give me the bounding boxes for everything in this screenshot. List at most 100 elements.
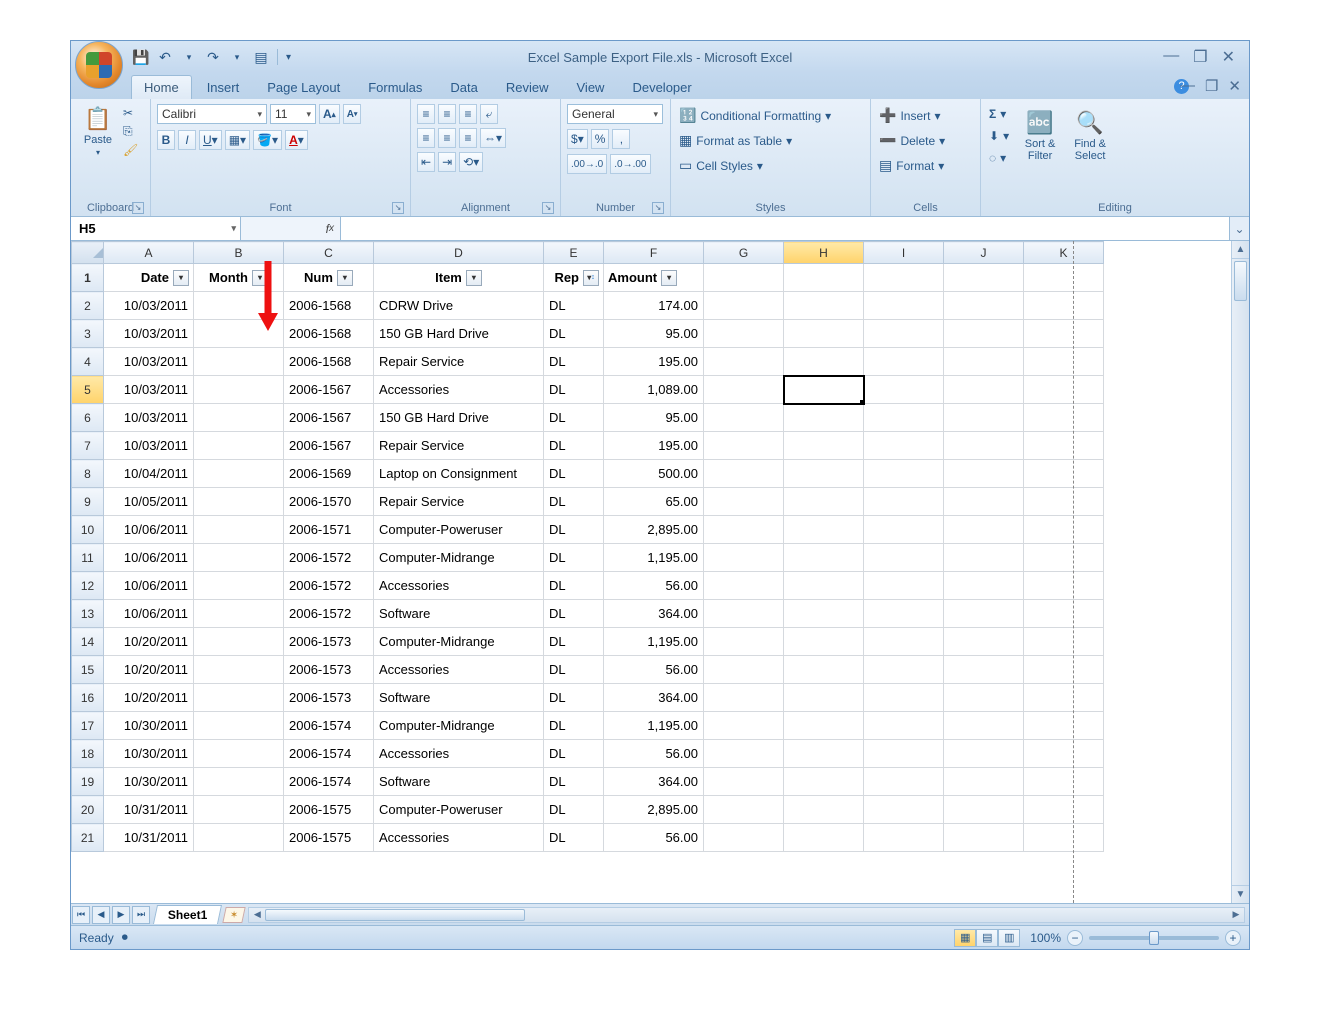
cell-B12[interactable]	[194, 572, 284, 600]
cell-C3[interactable]: 2006-1568	[284, 320, 374, 348]
cell-C19[interactable]: 2006-1574	[284, 768, 374, 796]
cell-J17[interactable]	[944, 712, 1024, 740]
cell-H2[interactable]	[784, 292, 864, 320]
filter-button-num[interactable]: ▾	[337, 270, 353, 286]
cell-D4[interactable]: Repair Service	[374, 348, 544, 376]
copy-icon[interactable]: ⎘	[123, 124, 138, 139]
cell-C11[interactable]: 2006-1572	[284, 544, 374, 572]
cell-G14[interactable]	[704, 628, 784, 656]
cell-styles-button[interactable]: ▭Cell Styles ▾	[677, 156, 765, 175]
cell-H4[interactable]	[784, 348, 864, 376]
cell-A21[interactable]: 10/31/2011	[104, 824, 194, 852]
cell-A15[interactable]: 10/20/2011	[104, 656, 194, 684]
cell-A20[interactable]: 10/31/2011	[104, 796, 194, 824]
cell-J6[interactable]	[944, 404, 1024, 432]
row-header-18[interactable]: 18	[72, 740, 104, 768]
cell-H19[interactable]	[784, 768, 864, 796]
view-page-break-icon[interactable]: ▥	[998, 929, 1020, 947]
cell-F5[interactable]: 1,089.00	[604, 376, 704, 404]
cell-D20[interactable]: Computer-Poweruser	[374, 796, 544, 824]
col-header-I[interactable]: I	[864, 242, 944, 264]
cell-D10[interactable]: Computer-Poweruser	[374, 516, 544, 544]
sheet-nav-prev-icon[interactable]: ◀	[92, 906, 110, 924]
cell-F18[interactable]: 56.00	[604, 740, 704, 768]
cell-D17[interactable]: Computer-Midrange	[374, 712, 544, 740]
cell-J21[interactable]	[944, 824, 1024, 852]
cell-J10[interactable]	[944, 516, 1024, 544]
cell-J4[interactable]	[944, 348, 1024, 376]
cell-J18[interactable]	[944, 740, 1024, 768]
cell-F2[interactable]: 174.00	[604, 292, 704, 320]
cell-D18[interactable]: Accessories	[374, 740, 544, 768]
cell-C16[interactable]: 2006-1573	[284, 684, 374, 712]
tab-formulas[interactable]: Formulas	[355, 75, 435, 99]
mdi-minimize-icon[interactable]: —	[1180, 77, 1195, 95]
cell-J8[interactable]	[944, 460, 1024, 488]
name-box[interactable]: H5▾	[71, 217, 241, 240]
align-middle-icon[interactable]: ≡	[438, 104, 456, 124]
zoom-knob[interactable]	[1149, 931, 1159, 945]
font-dialog-icon[interactable]: ↘	[392, 202, 404, 214]
cell-A11[interactable]: 10/06/2011	[104, 544, 194, 572]
formula-input[interactable]	[341, 217, 1229, 240]
cell-F3[interactable]: 95.00	[604, 320, 704, 348]
restore-icon[interactable]: ❐	[1193, 47, 1207, 67]
cell-G16[interactable]	[704, 684, 784, 712]
col-header-E[interactable]: E	[544, 242, 604, 264]
tab-view[interactable]: View	[564, 75, 618, 99]
cell-I20[interactable]	[864, 796, 944, 824]
row-header-3[interactable]: 3	[72, 320, 104, 348]
clear-button[interactable]: ◌ ▾	[987, 150, 1011, 166]
cell-K2[interactable]	[1024, 292, 1104, 320]
redo-icon[interactable]: ↷	[205, 49, 221, 65]
worksheet-grid[interactable]: ABCDEFGHIJK1Date▾Month▾Num▾Item▾Rep▾↕Amo…	[71, 241, 1249, 903]
cell-C14[interactable]: 2006-1573	[284, 628, 374, 656]
zoom-slider[interactable]	[1089, 936, 1219, 940]
zoom-level[interactable]: 100%	[1030, 931, 1061, 945]
format-as-table-button[interactable]: ▦Format as Table ▾	[677, 131, 794, 150]
cell-F7[interactable]: 195.00	[604, 432, 704, 460]
row-header-5[interactable]: 5	[72, 376, 104, 404]
col-header-H[interactable]: H	[784, 242, 864, 264]
cell-G10[interactable]	[704, 516, 784, 544]
cell-I9[interactable]	[864, 488, 944, 516]
cell-E17[interactable]: DL	[544, 712, 604, 740]
header-cell-amount[interactable]: Amount▾	[604, 264, 704, 292]
sheet-nav-last-icon[interactable]: ⏭	[132, 906, 150, 924]
cell-B4[interactable]	[194, 348, 284, 376]
cell-K21[interactable]	[1024, 824, 1104, 852]
cell-K5[interactable]	[1024, 376, 1104, 404]
row-header-1[interactable]: 1	[72, 264, 104, 292]
cell-K20[interactable]	[1024, 796, 1104, 824]
cell-C8[interactable]: 2006-1569	[284, 460, 374, 488]
cell-J2[interactable]	[944, 292, 1024, 320]
cell-J5[interactable]	[944, 376, 1024, 404]
cell-G6[interactable]	[704, 404, 784, 432]
cell-I10[interactable]	[864, 516, 944, 544]
cell-K15[interactable]	[1024, 656, 1104, 684]
cell-G17[interactable]	[704, 712, 784, 740]
cell-F14[interactable]: 1,195.00	[604, 628, 704, 656]
cell-B2[interactable]	[194, 292, 284, 320]
cell-C17[interactable]: 2006-1574	[284, 712, 374, 740]
cell-D7[interactable]: Repair Service	[374, 432, 544, 460]
cell-E9[interactable]: DL	[544, 488, 604, 516]
row-header-17[interactable]: 17	[72, 712, 104, 740]
cell-E16[interactable]: DL	[544, 684, 604, 712]
delete-cells-button[interactable]: ➖Delete ▾	[877, 131, 947, 150]
cell-A7[interactable]: 10/03/2011	[104, 432, 194, 460]
cell-F20[interactable]: 2,895.00	[604, 796, 704, 824]
cell-E8[interactable]: DL	[544, 460, 604, 488]
cell-G21[interactable]	[704, 824, 784, 852]
cell-D8[interactable]: Laptop on Consignment	[374, 460, 544, 488]
scroll-left-icon[interactable]: ◀	[249, 909, 265, 920]
cell-D12[interactable]: Accessories	[374, 572, 544, 600]
cell-J9[interactable]	[944, 488, 1024, 516]
macro-record-icon[interactable]: ⏺	[122, 930, 128, 945]
cell-I15[interactable]	[864, 656, 944, 684]
filter-button-rep[interactable]: ▾↕	[583, 270, 599, 286]
filter-button-item[interactable]: ▾	[466, 270, 482, 286]
cell-F10[interactable]: 2,895.00	[604, 516, 704, 544]
cell-A3[interactable]: 10/03/2011	[104, 320, 194, 348]
cell-J14[interactable]	[944, 628, 1024, 656]
